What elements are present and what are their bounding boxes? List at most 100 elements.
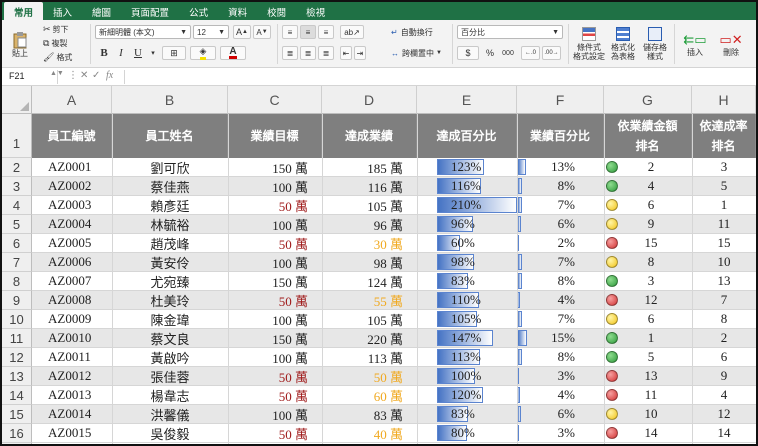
achieved-cell[interactable]: 30 萬 (322, 234, 417, 252)
header-cell-d[interactable]: 達成業績 (322, 114, 417, 158)
rank-amount-cell[interactable]: 1 (622, 329, 680, 347)
rank-rate-cell[interactable]: 8 (692, 310, 756, 328)
share-cell[interactable]: 2% (517, 234, 575, 252)
employee-name-cell[interactable]: 趙茂峰 (112, 234, 228, 252)
achieved-cell[interactable]: 105 萬 (322, 196, 417, 214)
insert-function-icon[interactable]: fx (106, 70, 113, 81)
employee-id-cell[interactable]: AZ0011 (32, 348, 112, 366)
employee-id-cell[interactable]: AZ0014 (32, 405, 112, 423)
percent-button[interactable]: % (483, 46, 497, 60)
header-cell-e[interactable]: 達成百分比 (417, 114, 517, 158)
wrap-text-button[interactable]: ↵ 自動換行 (390, 25, 434, 39)
achieved-cell[interactable]: 83 萬 (322, 405, 417, 423)
share-cell[interactable]: 15% (517, 329, 575, 347)
spreadsheet-grid[interactable]: A B C D E F G H 1 員工編號 員工姓名 業績目標 達成業績 達成百分比 業績百分比 依業績金額… (2, 86, 756, 444)
underline-dropdown[interactable]: ▾ (148, 46, 158, 60)
employee-id-cell[interactable]: AZ0004 (32, 215, 112, 233)
share-cell[interactable]: 4% (517, 291, 575, 309)
target-cell[interactable]: 100 萬 (228, 405, 322, 423)
rank-rate-cell[interactable]: 15 (692, 234, 756, 252)
employee-name-cell[interactable]: 林毓裕 (112, 215, 228, 233)
copy-button[interactable]: ⧉ 複製 (42, 37, 68, 49)
tab-6[interactable]: 校閱 (257, 2, 296, 20)
grow-font-button[interactable]: A ▲ (233, 25, 251, 39)
orientation-button[interactable]: ab↗ (340, 25, 364, 39)
employee-name-cell[interactable]: 黃安伶 (112, 253, 228, 271)
share-cell[interactable]: 4% (517, 386, 575, 404)
align-middle-button[interactable]: ≡ (300, 25, 316, 39)
row-header-12[interactable]: 12 (2, 348, 32, 367)
rate-cell[interactable]: 116% (451, 177, 481, 195)
rank-amount-cell[interactable]: 2 (622, 158, 680, 176)
employee-name-cell[interactable]: 尤宛臻 (112, 272, 228, 290)
formula-input[interactable] (124, 70, 754, 84)
column-header-b[interactable]: B (112, 86, 228, 114)
tab-4[interactable]: 公式 (179, 2, 218, 20)
employee-name-cell[interactable]: 蔡文良 (112, 329, 228, 347)
cell-styles-button[interactable]: 儲存格 樣式 (640, 23, 670, 65)
employee-id-cell[interactable]: AZ0001 (32, 158, 112, 176)
row-header-8[interactable]: 8 (2, 272, 32, 291)
employee-id-cell[interactable]: AZ0003 (32, 196, 112, 214)
rate-cell[interactable]: 83% (451, 405, 475, 423)
align-top-button[interactable]: ≡ (282, 25, 298, 39)
comma-button[interactable]: 000 (499, 46, 517, 60)
rate-cell[interactable]: 120% (451, 386, 481, 404)
rank-rate-cell[interactable]: 10 (692, 253, 756, 271)
achieved-cell[interactable]: 113 萬 (322, 348, 417, 366)
column-header-d[interactable]: D (322, 86, 417, 114)
employee-id-cell[interactable]: AZ0002 (32, 177, 112, 195)
row-header-2[interactable]: 2 (2, 158, 32, 177)
share-cell[interactable]: 7% (517, 196, 575, 214)
employee-id-cell[interactable]: AZ0010 (32, 329, 112, 347)
borders-button[interactable]: ⊞ (162, 46, 186, 60)
target-cell[interactable]: 150 萬 (228, 329, 322, 347)
column-header-c[interactable]: C (228, 86, 322, 114)
rate-cell[interactable]: 147% (451, 329, 481, 347)
rank-amount-cell[interactable]: 15 (622, 234, 680, 252)
rank-amount-cell[interactable]: 6 (622, 310, 680, 328)
target-cell[interactable]: 100 萬 (228, 177, 322, 195)
rank-amount-cell[interactable]: 11 (622, 386, 680, 404)
target-cell[interactable]: 50 萬 (228, 234, 322, 252)
rank-rate-cell[interactable]: 6 (692, 348, 756, 366)
rank-rate-cell[interactable]: 5 (692, 177, 756, 195)
paste-button[interactable]: 貼上 (8, 24, 32, 64)
column-header-a[interactable]: A (32, 86, 112, 114)
achieved-cell[interactable]: 185 萬 (322, 158, 417, 176)
employee-name-cell[interactable]: 陳金瑋 (112, 310, 228, 328)
column-header-e[interactable]: E (417, 86, 517, 114)
rate-cell[interactable]: 83% (451, 272, 475, 290)
format-painter-button[interactable]: 🖌 格式 (42, 51, 73, 63)
column-header-g[interactable]: G (604, 86, 692, 114)
header-cell-a[interactable]: 員工編號 (32, 114, 112, 158)
achieved-cell[interactable]: 98 萬 (322, 253, 417, 271)
share-cell[interactable]: 8% (517, 272, 575, 290)
share-cell[interactable]: 3% (517, 367, 575, 385)
share-cell[interactable]: 3% (517, 424, 575, 442)
employee-name-cell[interactable]: 劉可欣 (112, 158, 228, 176)
rate-cell[interactable]: 60% (451, 234, 475, 252)
tab-1[interactable]: 插入 (43, 2, 82, 20)
share-cell[interactable]: 8% (517, 348, 575, 366)
insert-cells-button[interactable]: ⇇▭ 插入 (680, 23, 710, 65)
rank-amount-cell[interactable]: 13 (622, 367, 680, 385)
row-header-5[interactable]: 5 (2, 215, 32, 234)
rate-cell[interactable]: 110% (451, 291, 481, 309)
tab-5[interactable]: 資料 (218, 2, 257, 20)
share-cell[interactable]: 7% (517, 253, 575, 271)
achieved-cell[interactable]: 105 萬 (322, 310, 417, 328)
employee-id-cell[interactable]: AZ0013 (32, 386, 112, 404)
rank-rate-cell[interactable]: 7 (692, 291, 756, 309)
rank-amount-cell[interactable]: 9 (622, 215, 680, 233)
rate-cell[interactable]: 210% (451, 196, 481, 214)
rank-amount-cell[interactable]: 5 (622, 348, 680, 366)
employee-name-cell[interactable]: 杜美玲 (112, 291, 228, 309)
tab-0[interactable]: 常用 (4, 2, 44, 20)
target-cell[interactable]: 100 萬 (228, 253, 322, 271)
header-cell-g[interactable]: 依業績金額 排名 (604, 114, 692, 158)
column-header-h[interactable]: H (692, 86, 756, 114)
achieved-cell[interactable]: 96 萬 (322, 215, 417, 233)
share-cell[interactable]: 6% (517, 405, 575, 423)
share-cell[interactable]: 8% (517, 177, 575, 195)
